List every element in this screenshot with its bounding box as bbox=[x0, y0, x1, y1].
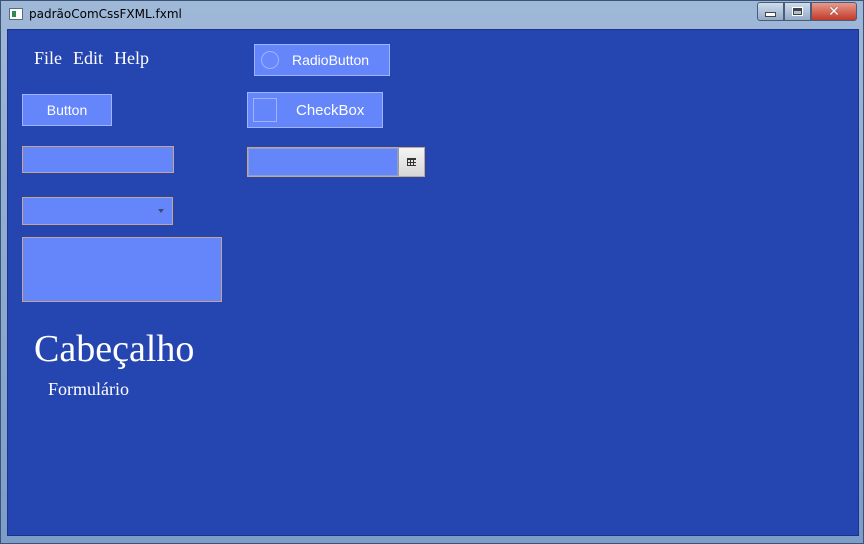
text-field[interactable] bbox=[22, 146, 174, 173]
button[interactable]: Button bbox=[22, 94, 112, 126]
main-pane: File Edit Help Button RadioButton CheckB… bbox=[7, 29, 859, 536]
radio-icon[interactable] bbox=[261, 51, 279, 69]
minimize-button[interactable] bbox=[757, 2, 784, 21]
app-window: padrãoComCssFXML.fxml ✕ File Edit Help B… bbox=[0, 0, 864, 544]
window-title: padrãoComCssFXML.fxml bbox=[29, 7, 182, 21]
maximize-icon bbox=[792, 7, 803, 16]
page-title: Cabeçalho bbox=[34, 328, 195, 370]
chevron-down-icon[interactable] bbox=[158, 209, 164, 213]
close-icon: ✕ bbox=[828, 3, 840, 20]
radio-button[interactable]: RadioButton bbox=[254, 44, 390, 76]
calendar-icon bbox=[407, 158, 416, 166]
minimize-icon bbox=[765, 12, 776, 17]
menu-file[interactable]: File bbox=[34, 48, 62, 69]
maximize-button[interactable] bbox=[784, 2, 811, 21]
checkbox-icon[interactable] bbox=[253, 98, 277, 122]
date-picker[interactable] bbox=[247, 147, 425, 177]
text-area[interactable] bbox=[22, 237, 222, 302]
check-box[interactable]: CheckBox bbox=[247, 92, 383, 128]
date-picker-button[interactable] bbox=[398, 148, 424, 176]
menu-help[interactable]: Help bbox=[114, 48, 149, 69]
close-button[interactable]: ✕ bbox=[811, 2, 857, 21]
title-bar[interactable]: padrãoComCssFXML.fxml ✕ bbox=[1, 1, 863, 29]
button-label: Button bbox=[46, 102, 88, 118]
combo-box[interactable] bbox=[22, 197, 173, 225]
radio-label: RadioButton bbox=[292, 52, 370, 68]
form-label: Formulário bbox=[48, 379, 129, 399]
app-icon bbox=[9, 8, 23, 20]
menu-edit[interactable]: Edit bbox=[73, 48, 103, 69]
menu-bar: File Edit Help bbox=[34, 48, 149, 69]
date-input[interactable] bbox=[248, 148, 398, 176]
checkbox-label: CheckBox bbox=[296, 101, 365, 119]
